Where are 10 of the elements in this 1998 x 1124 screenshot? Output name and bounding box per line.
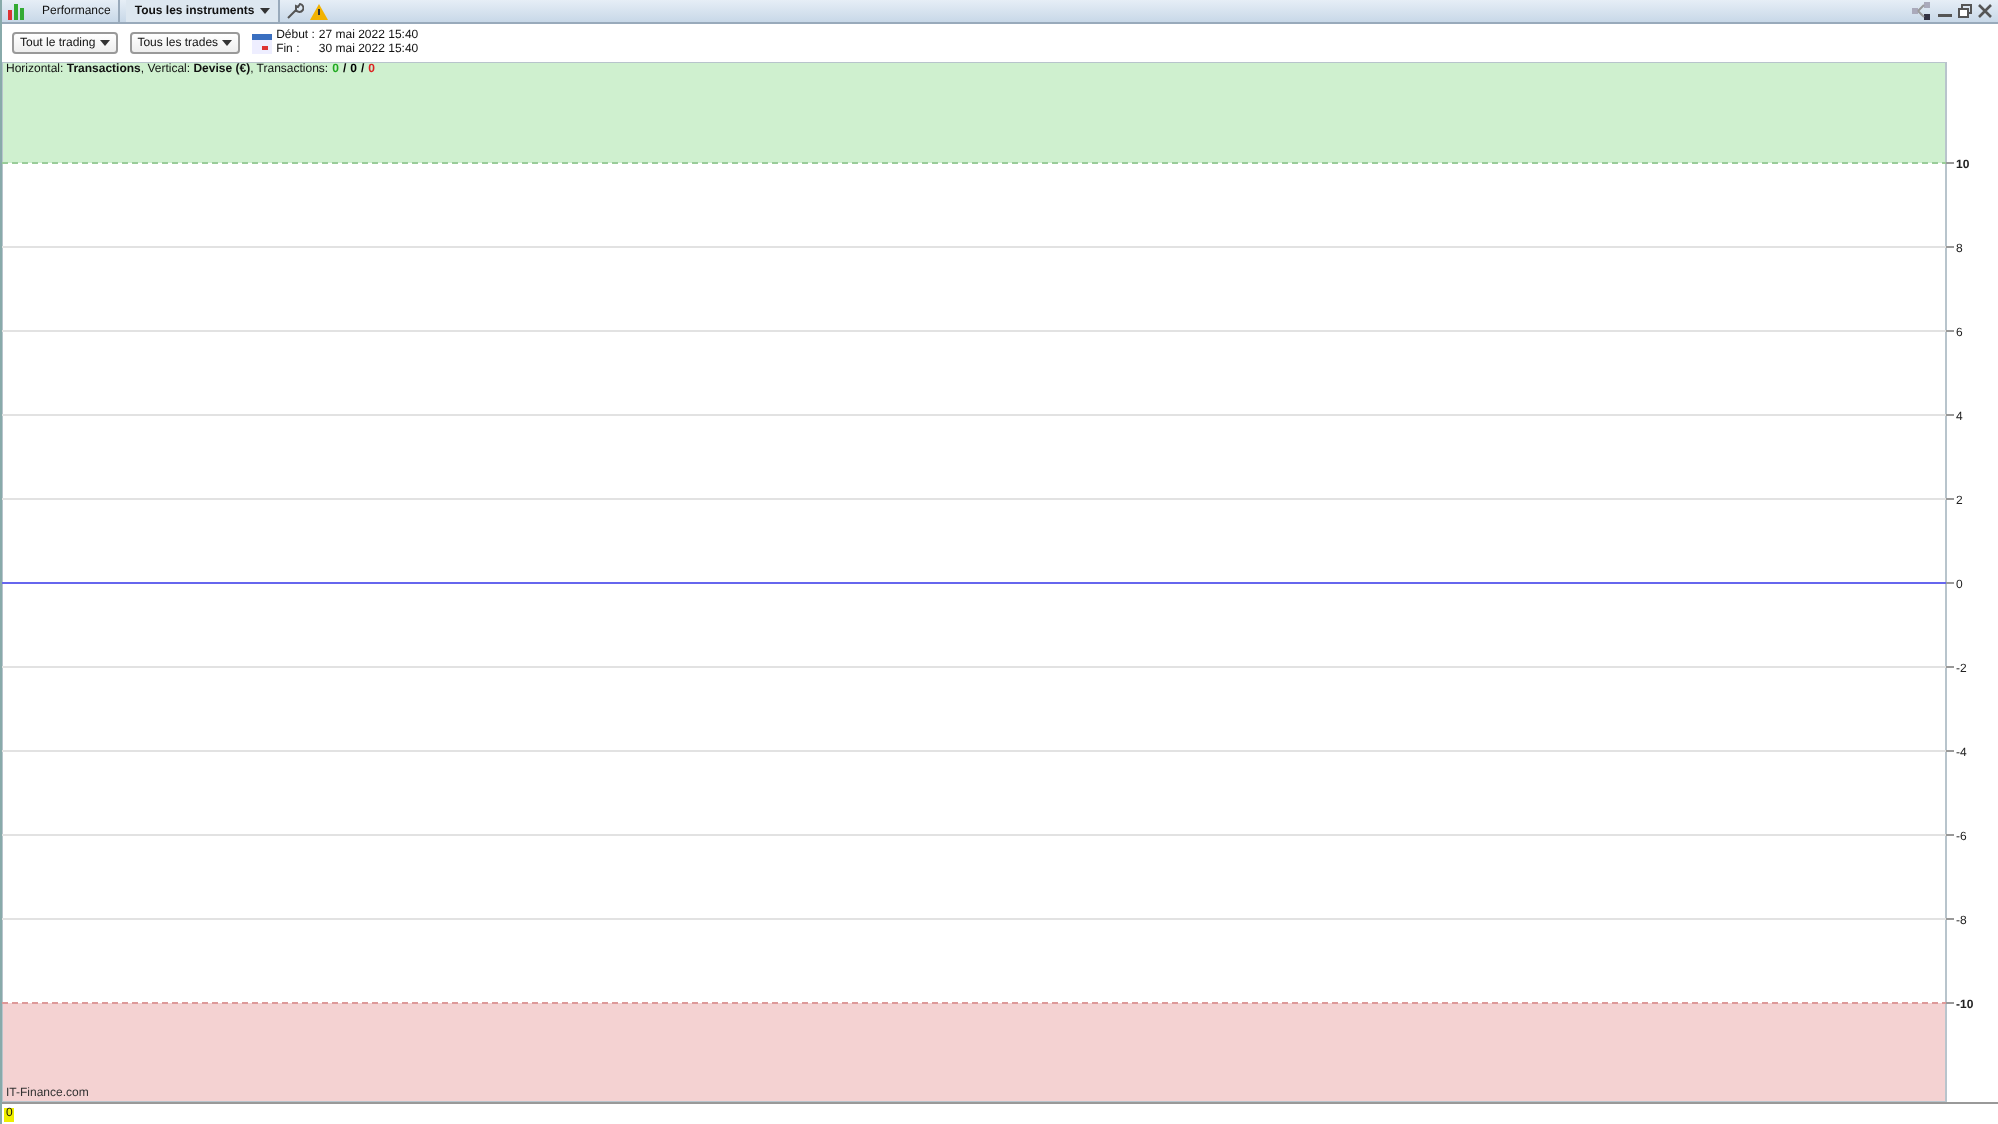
wrench-icon[interactable]: [286, 2, 305, 20]
caret-icon: [222, 40, 233, 47]
restore-icon[interactable]: [1958, 4, 1972, 18]
bar-chart-icon: [8, 2, 28, 20]
caret-icon: [260, 8, 271, 14]
caret-icon: [99, 40, 110, 47]
calendar-icon[interactable]: [252, 33, 273, 54]
close-icon[interactable]: [1978, 4, 1992, 18]
warning-icon[interactable]: [310, 3, 329, 19]
network-icon[interactable]: [1912, 2, 1932, 20]
